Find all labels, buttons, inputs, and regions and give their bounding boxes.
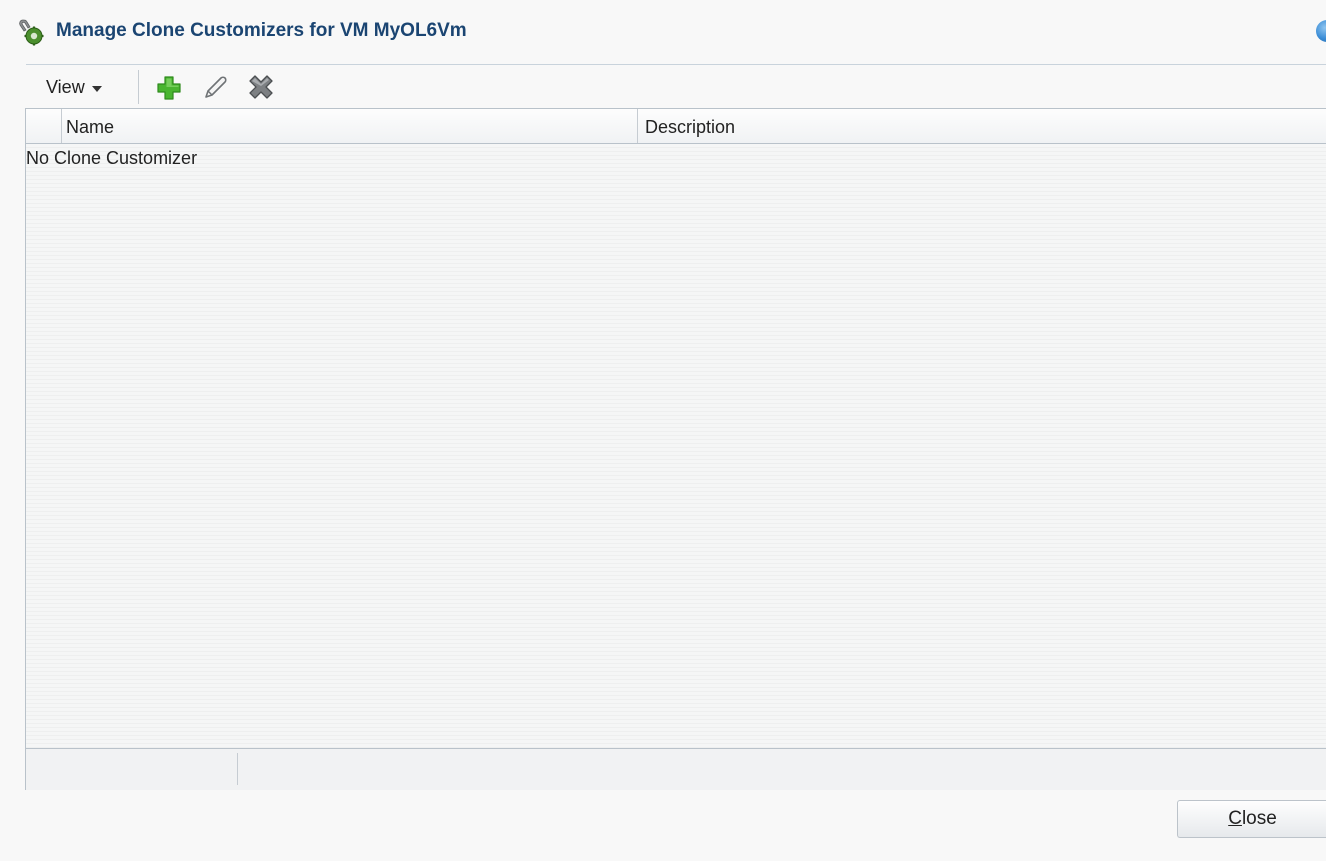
- table-header: Name Description: [26, 109, 1326, 144]
- close-button-mnemonic: C: [1228, 808, 1242, 829]
- toolbar: View: [26, 66, 1326, 108]
- column-header-name[interactable]: Name: [62, 109, 638, 143]
- chevron-down-icon: [91, 85, 102, 92]
- clone-customizer-icon: [16, 17, 46, 47]
- edit-button[interactable]: [201, 74, 229, 102]
- view-menu-label: View: [46, 76, 85, 97]
- delete-button[interactable]: [246, 74, 274, 102]
- close-button-label: lose: [1241, 808, 1277, 829]
- column-header-description[interactable]: Description: [638, 109, 1326, 143]
- clone-customizers-table: Name Description No Clone Customizer: [25, 108, 1326, 790]
- table-status-bar: [26, 748, 1326, 790]
- delete-x-icon: [246, 74, 274, 102]
- add-icon: [155, 74, 183, 102]
- help-icon[interactable]: [1316, 20, 1326, 42]
- row-selector-header: [26, 109, 62, 143]
- edit-pencil-icon: [201, 74, 229, 102]
- dialog-title-bar: Manage Clone Customizers for VM MyOL6Vm: [0, 0, 1326, 64]
- close-button[interactable]: Close: [1177, 800, 1326, 838]
- table-body: No Clone Customizer: [26, 144, 1326, 748]
- dialog-title: Manage Clone Customizers for VM MyOL6Vm: [56, 20, 467, 41]
- view-menu-button[interactable]: View: [46, 75, 102, 99]
- title-separator: [26, 64, 1326, 65]
- add-button[interactable]: [155, 74, 183, 102]
- empty-table-message: No Clone Customizer: [26, 148, 198, 168]
- status-bar-divider: [237, 753, 238, 785]
- toolbar-divider: [138, 70, 139, 104]
